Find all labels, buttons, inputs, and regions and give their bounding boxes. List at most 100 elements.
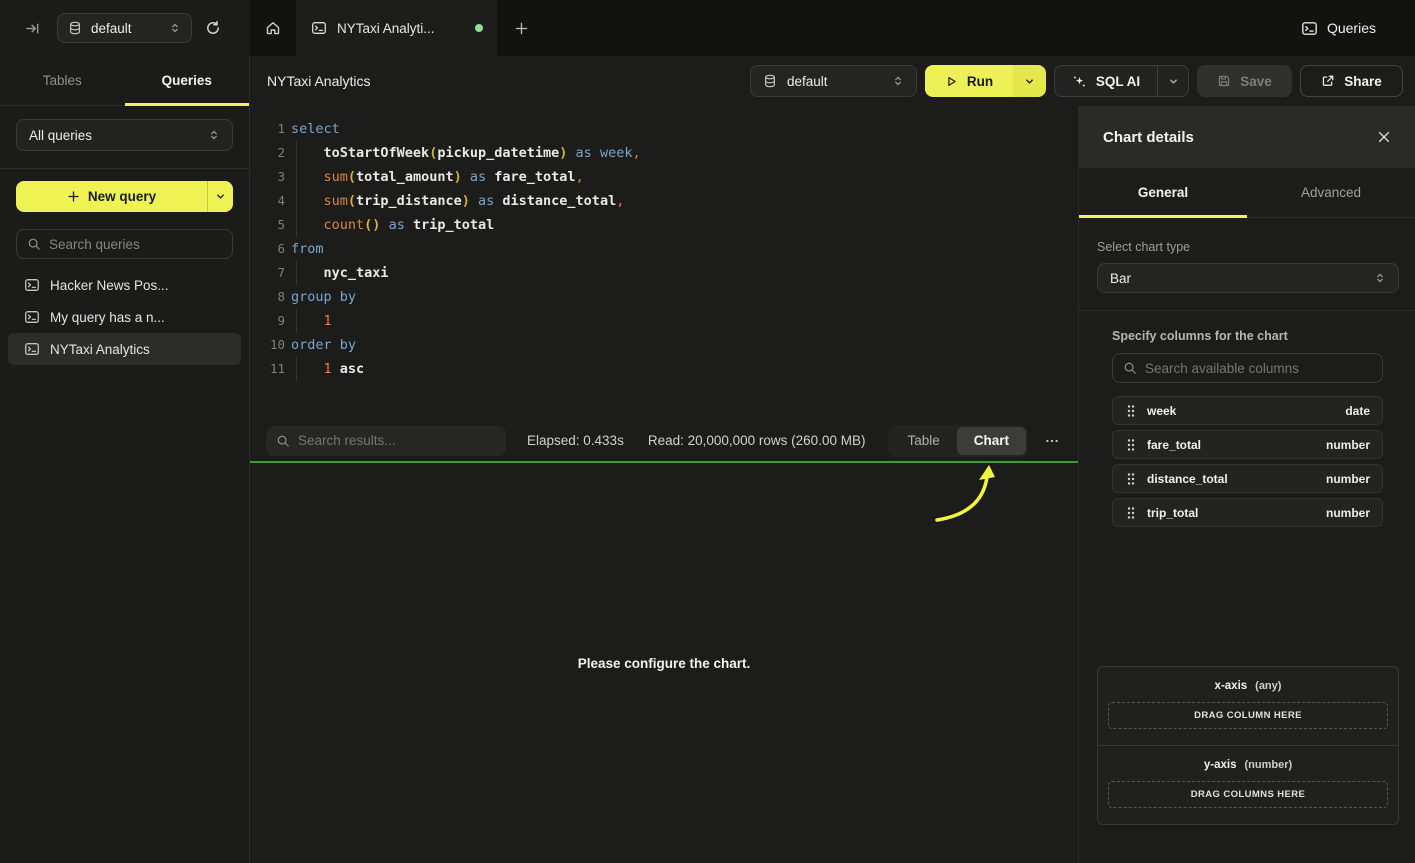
column-row[interactable]: weekdate xyxy=(1112,396,1383,425)
column-row[interactable]: fare_totalnumber xyxy=(1112,430,1383,459)
terminal-icon xyxy=(24,277,40,293)
search-icon xyxy=(27,237,41,251)
chart-type-label: Select chart type xyxy=(1097,240,1399,254)
results-view-toggle: Table Chart xyxy=(888,425,1028,457)
code-line: 8group by xyxy=(250,285,1078,309)
code-line: 3 sum(total_amount) as fare_total, xyxy=(250,165,1078,189)
share-label: Share xyxy=(1344,74,1382,89)
column-row[interactable]: distance_totalnumber xyxy=(1112,464,1383,493)
query-item-label: My query has a n... xyxy=(50,310,165,325)
sidebar: Tables Queries All queries New query xyxy=(0,56,250,863)
chevron-updown-icon xyxy=(208,129,220,141)
code-text: from xyxy=(291,237,324,261)
code-text: select xyxy=(291,117,340,141)
play-icon xyxy=(945,75,958,88)
search-queries-input[interactable] xyxy=(49,237,222,252)
line-number: 2 xyxy=(250,141,285,165)
search-icon xyxy=(276,434,290,448)
sparkles-icon xyxy=(1072,74,1087,89)
drag-handle-icon[interactable] xyxy=(1125,472,1137,486)
code-line: 7 nyc_taxi xyxy=(250,261,1078,285)
y-axis-drop-zone[interactable]: DRAG COLUMNS HERE xyxy=(1108,781,1388,808)
query-list-item[interactable]: NYTaxi Analytics xyxy=(8,333,241,365)
code-line: 5 count() as trip_total xyxy=(250,213,1078,237)
column-type: number xyxy=(1326,506,1370,520)
column-row[interactable]: trip_totalnumber xyxy=(1112,498,1383,527)
code-line: 2 toStartOfWeek(pickup_datetime) as week… xyxy=(250,141,1078,165)
query-list: Hacker News Pos... My query has a n... NYT… xyxy=(0,269,249,365)
database-icon xyxy=(763,74,777,88)
tab-general[interactable]: General xyxy=(1079,168,1247,217)
available-columns-list: weekdatefare_totalnumberdistance_totalnu… xyxy=(1112,396,1383,527)
plus-icon xyxy=(67,190,80,203)
search-columns-input[interactable] xyxy=(1145,361,1372,376)
queries-menu-button[interactable]: Queries xyxy=(1301,0,1415,56)
sql-editor[interactable]: 1select2 toStartOfWeek(pickup_datetime) … xyxy=(250,106,1078,420)
query-filter-select[interactable]: All queries xyxy=(16,119,233,151)
refresh-icon[interactable] xyxy=(205,20,221,36)
tab-advanced[interactable]: Advanced xyxy=(1247,168,1415,217)
search-results-input[interactable] xyxy=(298,433,496,448)
run-button[interactable]: Run xyxy=(925,65,1013,97)
sql-ai-button[interactable]: SQL AI xyxy=(1055,66,1157,96)
query-list-item[interactable]: My query has a n... xyxy=(8,301,241,333)
editor-header: NYTaxi Analytics default Run xyxy=(250,56,1415,106)
new-query-main[interactable]: New query xyxy=(16,181,207,212)
database-selector[interactable]: default xyxy=(750,65,917,97)
view-tab-chart[interactable]: Chart xyxy=(957,427,1026,455)
column-type: number xyxy=(1326,438,1370,452)
code-line: 11 1 asc xyxy=(250,357,1078,381)
new-query-dropdown[interactable] xyxy=(207,181,233,212)
code-text: order by xyxy=(291,333,356,357)
sidebar-tabs: Tables Queries xyxy=(0,56,249,106)
more-options-icon[interactable] xyxy=(1042,429,1062,453)
sql-ai-dropdown[interactable] xyxy=(1157,66,1188,96)
chart-details-tabs: General Advanced xyxy=(1079,168,1415,218)
collapse-sidebar-icon[interactable] xyxy=(25,21,40,36)
code-line: 10order by xyxy=(250,333,1078,357)
code-line: 9 1 xyxy=(250,309,1078,333)
x-axis-label: x-axis xyxy=(1215,680,1248,692)
sidebar-tab-tables[interactable]: Tables xyxy=(0,56,125,105)
code-text: count() as trip_total xyxy=(291,213,494,237)
drag-handle-icon[interactable] xyxy=(1125,438,1137,452)
axes-drop-container: x-axis (any) DRAG COLUMN HERE y-axis (nu… xyxy=(1097,666,1399,825)
sql-ai-label: SQL AI xyxy=(1096,74,1140,89)
query-item-label: Hacker News Pos... xyxy=(50,278,169,293)
code-text: sum(trip_distance) as distance_total, xyxy=(291,189,624,213)
new-tab-button[interactable] xyxy=(497,0,545,56)
save-button[interactable]: Save xyxy=(1197,65,1292,97)
sql-ai-button-group: SQL AI xyxy=(1054,65,1189,97)
line-number: 10 xyxy=(250,333,285,357)
chevron-updown-icon xyxy=(892,75,904,87)
new-query-button[interactable]: New query xyxy=(16,181,233,212)
search-queries-field[interactable] xyxy=(16,229,233,259)
drag-handle-icon[interactable] xyxy=(1125,506,1137,520)
code-text: nyc_taxi xyxy=(291,261,389,285)
sidebar-tab-queries[interactable]: Queries xyxy=(125,56,250,105)
line-number: 5 xyxy=(250,213,285,237)
x-axis-drop-zone[interactable]: DRAG COLUMN HERE xyxy=(1108,702,1388,729)
chart-type-section: Select chart type Bar xyxy=(1079,218,1415,311)
database-icon xyxy=(68,21,82,35)
close-icon[interactable] xyxy=(1377,130,1391,144)
tab-nytaxi-analytics[interactable]: NYTaxi Analyti... xyxy=(296,0,497,56)
run-options-dropdown[interactable] xyxy=(1013,65,1046,97)
save-label: Save xyxy=(1240,74,1272,89)
home-tab[interactable] xyxy=(250,0,296,56)
active-tab-underline xyxy=(1079,215,1247,218)
column-name: distance_total xyxy=(1147,472,1316,486)
view-tab-table[interactable]: Table xyxy=(890,427,956,455)
drag-handle-icon[interactable] xyxy=(1125,404,1137,418)
column-type: date xyxy=(1345,404,1370,418)
unsaved-indicator-dot xyxy=(475,24,483,32)
columns-section: Specify columns for the chart weekdatefa… xyxy=(1079,311,1415,527)
chevron-updown-icon xyxy=(1374,272,1386,284)
chart-type-select[interactable]: Bar xyxy=(1097,263,1399,293)
database-selector[interactable]: default xyxy=(57,13,192,43)
query-list-item[interactable]: Hacker News Pos... xyxy=(8,269,241,301)
search-results-field[interactable] xyxy=(266,426,506,456)
run-label: Run xyxy=(967,74,993,89)
share-button[interactable]: Share xyxy=(1300,65,1403,97)
search-columns-field[interactable] xyxy=(1112,353,1383,383)
